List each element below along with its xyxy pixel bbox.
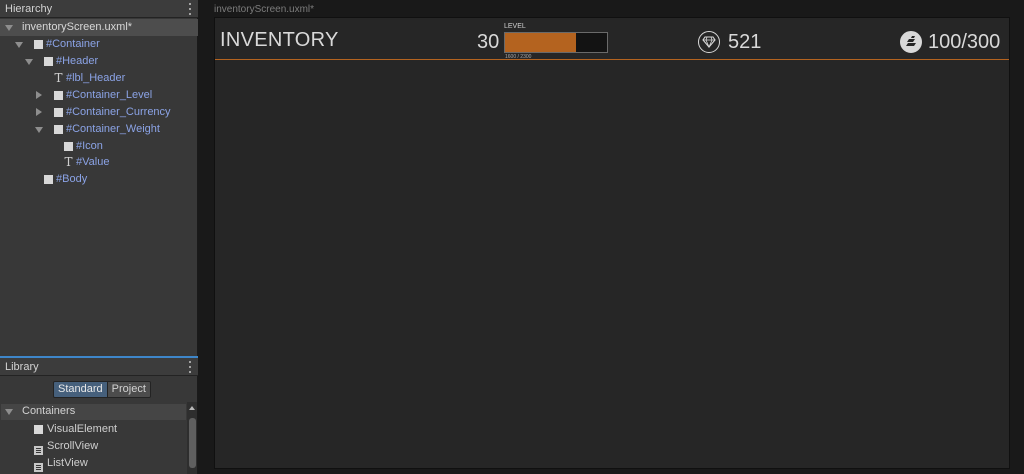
viewport: inventoryScreen.uxml* INVENTORY 30 LEVEL… xyxy=(199,0,1024,474)
tree-item-container[interactable]: #Container xyxy=(0,36,198,53)
inventory-title: INVENTORY xyxy=(220,29,339,51)
tree-item-label: #Container xyxy=(46,38,100,50)
library-category-containers[interactable]: Containers xyxy=(1,404,186,420)
level-progress-bar xyxy=(504,32,608,53)
tree-item-value[interactable]: T #Value xyxy=(0,154,198,171)
visual-element-icon xyxy=(64,142,73,151)
left-panel: Hierarchy inventoryScreen.uxml* #Contain… xyxy=(0,0,198,474)
visual-element-icon xyxy=(54,108,63,117)
weight-value: 100/300 xyxy=(928,31,1001,53)
tree-item-icon[interactable]: #Icon xyxy=(0,138,198,155)
library-panel: Library Standard Project Containers Visu… xyxy=(0,358,198,474)
expand-arrow-icon[interactable] xyxy=(5,409,13,415)
library-item-scrollview[interactable]: ScrollView xyxy=(1,438,186,455)
tab-standard[interactable]: Standard xyxy=(54,382,108,397)
library-item-visualelement[interactable]: VisualElement xyxy=(1,421,186,438)
collapse-arrow-icon[interactable] xyxy=(36,108,42,116)
visual-element-icon xyxy=(34,40,43,49)
weight-icon xyxy=(900,31,922,53)
list-icon xyxy=(34,463,43,472)
tab-project[interactable]: Project xyxy=(107,382,150,397)
document-canvas[interactable]: INVENTORY 30 LEVEL 1600 / 2300 521 100/3… xyxy=(214,17,1010,469)
tree-item-body[interactable]: #Body xyxy=(0,171,198,188)
tree-item-label: #Icon xyxy=(76,140,103,152)
tree-file-row[interactable]: inventoryScreen.uxml* xyxy=(0,19,198,36)
hierarchy-title: Hierarchy xyxy=(5,2,53,15)
category-label: Containers xyxy=(22,405,76,417)
expand-arrow-icon[interactable] xyxy=(15,42,23,48)
weight-icon-glyph xyxy=(906,36,916,46)
tree-item-label: #Body xyxy=(56,173,88,185)
visual-element-icon xyxy=(34,425,43,434)
tree-item-container-level[interactable]: #Container_Level xyxy=(0,87,198,104)
library-item-label: ScrollView xyxy=(47,440,99,452)
list-icon xyxy=(34,446,43,455)
library-scroll-thumb[interactable] xyxy=(189,418,196,468)
hierarchy-panel: Hierarchy inventoryScreen.uxml* #Contain… xyxy=(0,0,198,356)
visual-element-icon xyxy=(54,125,63,134)
library-item-label: ListView xyxy=(47,457,88,469)
tree-item-container-weight[interactable]: #Container_Weight xyxy=(0,121,198,138)
level-progress-text: 1600 / 2300 xyxy=(505,54,532,60)
tree-item-label: #Container_Currency xyxy=(66,106,171,118)
tree-item-label: #Header xyxy=(56,55,99,67)
file-label: inventoryScreen.uxml* xyxy=(22,21,133,33)
hierarchy-menu-icon[interactable] xyxy=(188,3,192,15)
library-header: Library xyxy=(0,358,198,376)
canvas-title: inventoryScreen.uxml* xyxy=(214,4,315,15)
expand-arrow-icon[interactable] xyxy=(25,59,33,65)
inventory-header[interactable]: INVENTORY 30 LEVEL 1600 / 2300 521 100/3… xyxy=(215,18,1009,60)
tree-item-label: #Container_Weight xyxy=(66,123,160,135)
visual-element-icon xyxy=(44,175,53,184)
label-icon: T xyxy=(54,71,63,85)
scroll-up-arrow-icon[interactable] xyxy=(189,406,195,410)
gem-icon-glyph xyxy=(702,36,716,48)
level-caption: LEVEL xyxy=(504,23,526,30)
hierarchy-header: Hierarchy xyxy=(0,0,198,18)
library-tab-group: Standard Project xyxy=(53,381,151,398)
level-value: 30 xyxy=(477,31,500,53)
collapse-arrow-icon[interactable] xyxy=(36,91,42,99)
level-progress-fill xyxy=(505,33,576,52)
library-title: Library xyxy=(5,360,39,373)
library-item-label: VisualElement xyxy=(47,423,118,435)
currency-value: 521 xyxy=(728,31,762,53)
tree-item-container-currency[interactable]: #Container_Currency xyxy=(0,104,198,121)
tree-item-label: #lbl_Header xyxy=(66,72,126,84)
library-item-listview[interactable]: ListView xyxy=(1,455,186,472)
tree-item-label: #Container_Level xyxy=(66,89,153,101)
label-icon: T xyxy=(64,155,73,169)
expand-arrow-icon[interactable] xyxy=(5,25,13,31)
tree-item-header[interactable]: #Header xyxy=(0,53,198,70)
gem-icon xyxy=(698,31,720,53)
tree-item-lbl-header[interactable]: T #lbl_Header xyxy=(0,70,198,87)
visual-element-icon xyxy=(44,57,53,66)
tree-item-label: #Value xyxy=(76,156,110,168)
visual-element-icon xyxy=(54,91,63,100)
expand-arrow-icon[interactable] xyxy=(35,127,43,133)
library-menu-icon[interactable] xyxy=(188,361,192,373)
